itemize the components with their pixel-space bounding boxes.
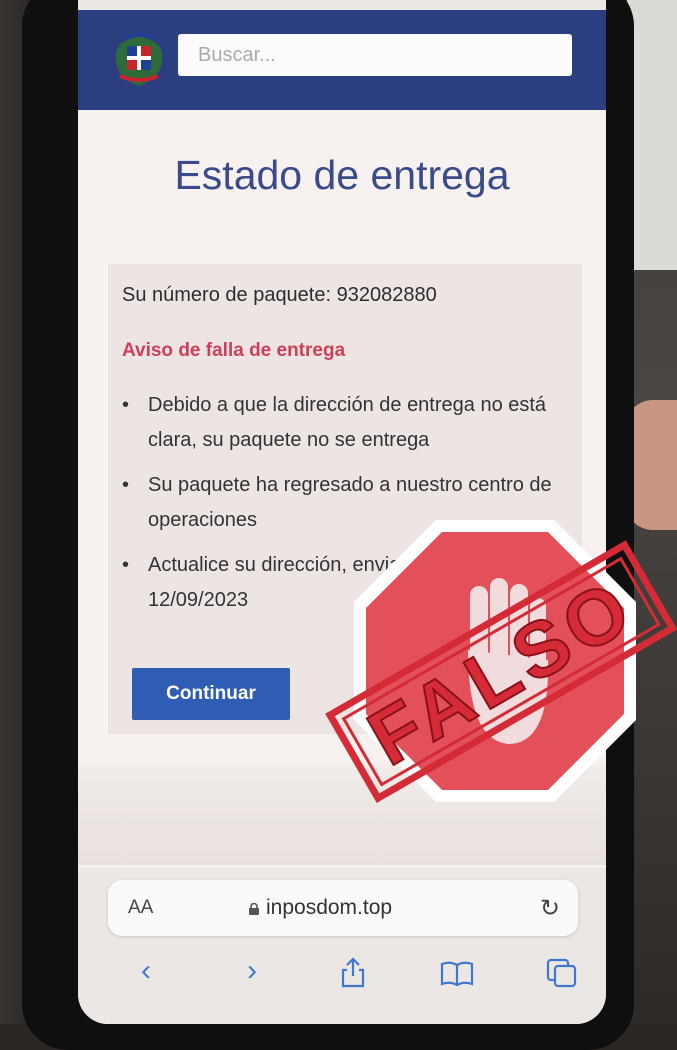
phone-screen: Estado de entrega Su número de paquete: … bbox=[78, 0, 606, 1024]
url-text[interactable]: inposdom.top bbox=[248, 896, 392, 920]
continue-button[interactable]: Continuar bbox=[132, 668, 290, 720]
share-icon[interactable] bbox=[338, 956, 368, 988]
browser-toolbar: AA inposdom.top ↻ ‹ › bbox=[78, 868, 606, 1024]
reader-options-button[interactable]: AA bbox=[128, 897, 153, 919]
coat-of-arms-icon[interactable] bbox=[110, 32, 168, 90]
lock-icon bbox=[249, 903, 259, 915]
tabs-icon[interactable] bbox=[546, 958, 578, 988]
site-header bbox=[78, 10, 606, 110]
falso-stamp: FALSO bbox=[325, 520, 677, 803]
forward-icon[interactable]: › bbox=[232, 954, 272, 988]
status-strip bbox=[78, 0, 606, 10]
page-title: Estado de entrega bbox=[174, 152, 510, 198]
url-label: inposdom.top bbox=[266, 896, 393, 919]
list-item: Debido a que la dirección de entrega no … bbox=[122, 388, 572, 458]
reload-icon[interactable]: ↻ bbox=[540, 894, 560, 923]
bookmarks-icon[interactable] bbox=[440, 960, 474, 988]
address-bar[interactable]: AA inposdom.top ↻ bbox=[108, 880, 578, 936]
package-number: Su número de paquete: 932082880 bbox=[122, 284, 437, 306]
delivery-failure-warning: Aviso de falla de entrega bbox=[122, 340, 346, 361]
back-icon[interactable]: ‹ bbox=[126, 954, 166, 988]
search-input[interactable] bbox=[178, 34, 572, 76]
background-monitor bbox=[627, 0, 677, 270]
